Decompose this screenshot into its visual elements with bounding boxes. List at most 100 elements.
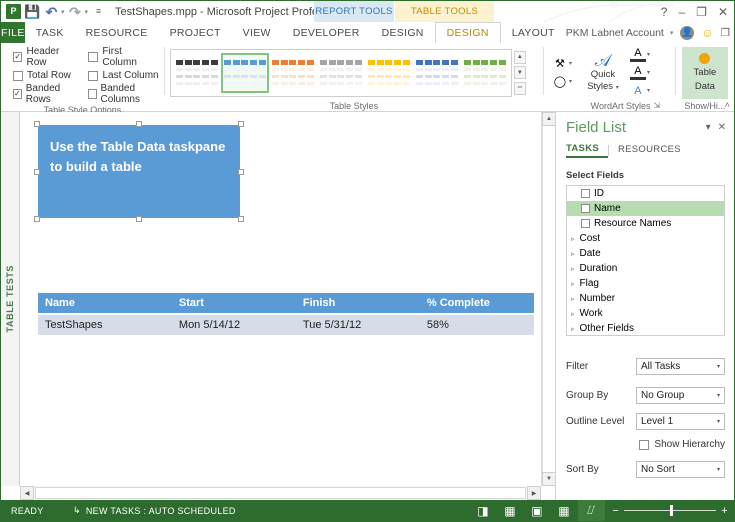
text-effects-caret-icon[interactable]: ▾ — [647, 87, 650, 94]
gallery-scroll-down-button[interactable]: ▼ — [513, 66, 526, 79]
pane-close-icon[interactable]: ✕ — [718, 122, 726, 133]
resize-handle-e[interactable] — [238, 169, 244, 175]
pane-menu-caret-icon[interactable]: ▾ — [706, 122, 711, 133]
scroll-left-button[interactable]: ◀ — [20, 486, 34, 500]
zoom-slider[interactable]: − + — [613, 505, 728, 517]
text-fill-icon[interactable]: A — [629, 47, 646, 62]
tab-project[interactable]: PROJECT — [159, 22, 232, 43]
view-gantt-chart-icon[interactable]: ◨ — [470, 500, 497, 521]
field-checkbox[interactable] — [581, 219, 590, 228]
field-item-id[interactable]: ID — [567, 186, 724, 201]
tab-report-design[interactable]: DESIGN — [371, 22, 435, 43]
help-button[interactable]: ? — [661, 5, 668, 19]
resize-handle-w[interactable] — [34, 169, 40, 175]
shape-effects-icon[interactable]: ◯ — [552, 74, 568, 89]
checkbox-banded-rows-box[interactable]: ✓ — [13, 89, 22, 99]
table-header-percent[interactable]: % Complete — [419, 293, 534, 315]
field-item-resource-names[interactable]: Resource Names — [567, 216, 724, 231]
account-caret-icon[interactable]: ▾ — [670, 29, 674, 37]
gallery-more-button[interactable]: ═ — [513, 81, 526, 95]
tab-developer[interactable]: DEVELOPER — [282, 22, 371, 43]
tab-table-design[interactable]: DESIGN — [434, 22, 501, 43]
outline-level-select[interactable]: Level 1 ▾ — [636, 413, 725, 430]
scroll-right-button[interactable]: ▶ — [527, 486, 541, 500]
wordart-dialog-launcher-icon[interactable]: ⇲ — [653, 101, 660, 110]
expand-arrow-icon[interactable]: ▹ — [571, 250, 575, 258]
table-style-swatch-style-gray[interactable] — [316, 52, 365, 93]
text-outline-button[interactable]: A ▾ — [629, 65, 650, 80]
horizontal-scroll-track[interactable] — [35, 487, 526, 499]
checkbox-banded-columns[interactable]: Banded Columns — [88, 83, 158, 105]
tab-resources[interactable]: RESOURCES — [618, 144, 690, 157]
expand-arrow-icon[interactable]: ▹ — [571, 280, 575, 288]
cell-finish[interactable]: Tue 5/31/12 — [295, 314, 420, 335]
shape-effects-caret-icon[interactable]: ▾ — [569, 78, 572, 85]
zoom-track[interactable] — [624, 505, 717, 516]
filter-caret-icon[interactable]: ▾ — [717, 363, 720, 370]
redo-caret-icon[interactable]: ▾ — [85, 8, 89, 16]
table-header-start[interactable]: Start — [171, 293, 296, 315]
sort-by-caret-icon[interactable]: ▾ — [717, 466, 720, 473]
restore-button[interactable]: ❐ — [696, 5, 707, 19]
checkbox-banded-rows[interactable]: ✓ Banded Rows — [13, 83, 78, 105]
scroll-up-button[interactable]: ▲ — [542, 112, 556, 126]
sort-by-select[interactable]: No Sort ▾ — [636, 461, 725, 478]
customize-qat-icon[interactable]: ≡ — [90, 3, 107, 20]
field-group-cost[interactable]: ▹ Cost — [567, 231, 724, 246]
zoom-in-button[interactable]: + — [721, 505, 728, 517]
vertical-scroll-track[interactable] — [542, 126, 555, 472]
text-fill-caret-icon[interactable]: ▾ — [647, 51, 650, 58]
group-by-caret-icon[interactable]: ▾ — [717, 392, 720, 399]
undo-caret-icon[interactable]: ▾ — [61, 8, 65, 16]
minimize-button[interactable]: – — [678, 5, 685, 19]
text-effects-icon[interactable]: A — [630, 83, 646, 98]
field-group-flag[interactable]: ▹ Flag — [567, 276, 724, 291]
checkbox-first-column-box[interactable] — [88, 52, 99, 62]
undo-icon[interactable]: ↶ — [43, 3, 60, 20]
field-item-name[interactable]: Name — [567, 201, 724, 216]
zoom-out-button[interactable]: − — [613, 505, 620, 517]
cell-name[interactable]: TestShapes — [38, 314, 172, 335]
scroll-down-button[interactable]: ▼ — [542, 472, 556, 486]
cell-percent[interactable]: 58% — [419, 314, 534, 335]
resize-handle-s[interactable] — [136, 216, 142, 222]
expand-arrow-icon[interactable]: ▹ — [571, 235, 575, 243]
restore-window-icon[interactable]: ❐ — [721, 27, 730, 39]
checkbox-last-column[interactable]: Last Column — [88, 70, 159, 81]
tab-file[interactable]: FILE — [1, 22, 25, 43]
report-canvas[interactable]: Use the Table Data taskpane to build a t… — [20, 112, 541, 486]
feedback-smiley-icon[interactable]: ☺ — [701, 26, 713, 40]
table-style-swatch-style-blue[interactable] — [220, 52, 269, 93]
field-group-work[interactable]: ▹ Work — [567, 306, 724, 321]
horizontal-scrollbar[interactable]: ◀ ▶ — [20, 486, 541, 500]
table-header-finish[interactable]: Finish — [295, 293, 420, 315]
tab-tasks[interactable]: TASKS — [566, 143, 608, 158]
tab-task[interactable]: TASK — [25, 22, 75, 43]
close-button[interactable]: ✕ — [718, 5, 728, 19]
field-group-number[interactable]: ▹ Number — [567, 291, 724, 306]
text-outline-icon[interactable]: A — [629, 65, 646, 80]
field-group-date[interactable]: ▹ Date — [567, 246, 724, 261]
view-task-usage-icon[interactable]: ▦ — [497, 500, 524, 521]
field-group-duration[interactable]: ▹ Duration — [567, 261, 724, 276]
field-checkbox[interactable] — [581, 204, 590, 213]
checkbox-total-row[interactable]: Total Row — [13, 70, 78, 81]
expand-arrow-icon[interactable]: ▹ — [571, 325, 575, 333]
report-table[interactable]: Name Start Finish % Complete TestShapes … — [38, 293, 534, 335]
gallery-scroll-up-button[interactable]: ▲ — [513, 50, 526, 64]
tab-view[interactable]: VIEW — [232, 22, 282, 43]
textbox-shape[interactable]: Use the Table Data taskpane to build a t… — [34, 121, 244, 222]
collapse-ribbon-button[interactable]: ˄ — [725, 100, 730, 110]
zoom-thumb[interactable] — [670, 505, 674, 516]
table-data-button[interactable]: Table Data — [681, 46, 728, 99]
resize-handle-ne[interactable] — [238, 121, 244, 127]
table-header-name[interactable]: Name — [38, 293, 172, 315]
avatar[interactable]: 👤 — [680, 25, 695, 40]
table-row[interactable]: TestShapes Mon 5/14/12 Tue 5/31/12 58% — [38, 314, 534, 335]
checkbox-banded-columns-box[interactable] — [88, 89, 97, 99]
table-style-swatch-style-green[interactable] — [460, 52, 509, 93]
show-hierarchy-checkbox[interactable] — [639, 439, 650, 450]
table-style-swatch-style-dark[interactable] — [172, 52, 221, 93]
view-resource-sheet-icon[interactable]: ▦ — [551, 500, 578, 521]
text-fill-button[interactable]: A ▾ — [629, 47, 650, 62]
